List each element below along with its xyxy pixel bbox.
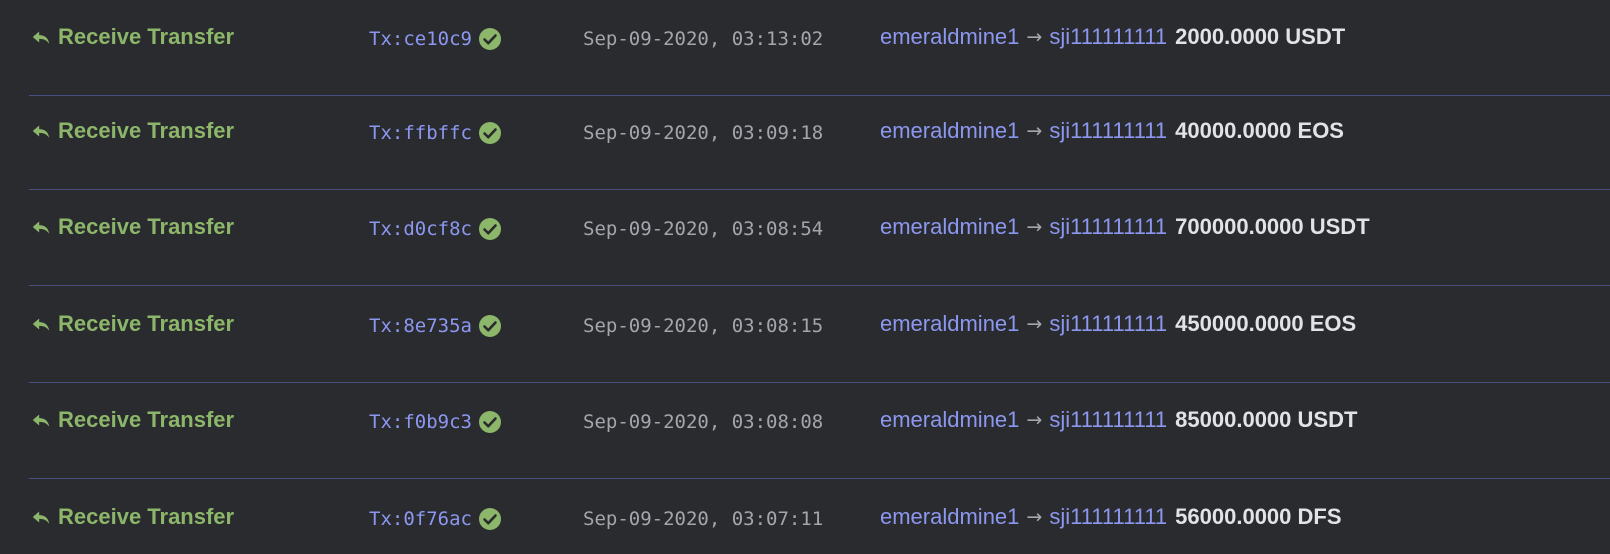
transfer-detail: emeraldmine1 → sji111111111 2000.0000 US… <box>880 22 1345 52</box>
reply-arrow-icon <box>32 414 50 427</box>
from-account-link[interactable]: emeraldmine1 <box>880 24 1019 50</box>
timestamp: Sep-09-2020, 03:09:18 <box>583 122 824 144</box>
right-arrow-icon: → <box>1026 26 1043 48</box>
transfer-detail: emeraldmine1 → sji111111111 85000.0000 U… <box>880 405 1357 435</box>
from-account-link[interactable]: emeraldmine1 <box>880 311 1019 337</box>
transfer-detail: emeraldmine1 → sji111111111 56000.0000 D… <box>880 502 1342 532</box>
action-receive-transfer[interactable]: Receive Transfer <box>30 212 234 242</box>
right-arrow-icon: → <box>1026 313 1043 335</box>
reply-arrow-icon <box>32 31 50 44</box>
action-label: Receive Transfer <box>58 24 235 49</box>
check-circle-icon <box>478 122 501 144</box>
transfer-detail: emeraldmine1 → sji111111111 450000.0000 … <box>880 309 1356 339</box>
from-account-link[interactable]: emeraldmine1 <box>880 214 1019 240</box>
to-account-link[interactable]: sji111111111 <box>1049 504 1167 530</box>
transfer-amount: 56000.0000 DFS <box>1175 504 1342 529</box>
action-label: Receive Transfer <box>58 504 235 529</box>
timestamp: Sep-09-2020, 03:08:08 <box>583 411 824 433</box>
check-circle-icon <box>478 315 501 337</box>
to-account-link[interactable]: sji111111111 <box>1049 311 1167 337</box>
right-arrow-icon: → <box>1026 409 1043 431</box>
transaction-row: Receive Transfer Tx:f0b9c3 Sep-09-2020, … <box>0 383 1610 479</box>
transfer-detail: emeraldmine1 → sji111111111 700000.0000 … <box>880 212 1370 242</box>
timestamp: Sep-09-2020, 03:08:54 <box>583 218 824 240</box>
action-label: Receive Transfer <box>58 311 235 336</box>
reply-arrow-icon <box>32 221 50 234</box>
reply-arrow-icon <box>32 125 50 138</box>
txid-link[interactable]: Tx:f0b9c3 <box>369 411 472 433</box>
action-receive-transfer[interactable]: Receive Transfer <box>30 502 234 532</box>
action-receive-transfer[interactable]: Receive Transfer <box>30 116 234 146</box>
action-receive-transfer[interactable]: Receive Transfer <box>30 22 234 52</box>
txid-cell: Tx:ce10c9 <box>369 24 502 54</box>
timestamp: Sep-09-2020, 03:08:15 <box>583 315 824 337</box>
txid-link[interactable]: Tx:ffbffc <box>369 122 472 144</box>
from-account-link[interactable]: emeraldmine1 <box>880 118 1019 144</box>
right-arrow-icon: → <box>1026 120 1043 142</box>
right-arrow-icon: → <box>1026 216 1043 238</box>
action-receive-transfer[interactable]: Receive Transfer <box>30 309 234 339</box>
txid-cell: Tx:8e735a <box>369 311 502 341</box>
check-circle-icon <box>478 28 501 50</box>
from-account-link[interactable]: emeraldmine1 <box>880 407 1019 433</box>
txid-link[interactable]: Tx:ce10c9 <box>369 28 472 50</box>
check-circle-icon <box>478 411 501 433</box>
action-label: Receive Transfer <box>58 118 235 143</box>
transaction-row: Receive Transfer Tx:8e735a Sep-09-2020, … <box>0 287 1610 383</box>
txid-link[interactable]: Tx:0f76ac <box>369 508 472 530</box>
timestamp: Sep-09-2020, 03:07:11 <box>583 508 824 530</box>
transaction-row: Receive Transfer Tx:d0cf8c Sep-09-2020, … <box>0 190 1610 286</box>
txid-link[interactable]: Tx:8e735a <box>369 315 472 337</box>
to-account-link[interactable]: sji111111111 <box>1049 214 1167 240</box>
row-divider <box>29 478 1610 479</box>
timestamp: Sep-09-2020, 03:13:02 <box>583 28 824 50</box>
reply-arrow-icon <box>32 511 50 524</box>
row-divider <box>29 285 1610 286</box>
check-circle-icon <box>478 508 501 530</box>
transfer-amount: 700000.0000 USDT <box>1175 214 1370 239</box>
transaction-row: Receive Transfer Tx:ffbffc Sep-09-2020, … <box>0 94 1610 190</box>
to-account-link[interactable]: sji111111111 <box>1049 407 1167 433</box>
reply-arrow-icon <box>32 318 50 331</box>
txid-cell: Tx:0f76ac <box>369 504 502 534</box>
transfer-amount: 40000.0000 EOS <box>1175 118 1344 143</box>
transfer-amount: 85000.0000 USDT <box>1175 407 1358 432</box>
transaction-row: Receive Transfer Tx:ce10c9 Sep-09-2020, … <box>0 0 1610 96</box>
transfer-amount: 2000.0000 USDT <box>1175 24 1346 49</box>
action-label: Receive Transfer <box>58 214 235 239</box>
transaction-row: Receive Transfer Tx:0f76ac Sep-09-2020, … <box>0 480 1610 554</box>
txid-cell: Tx:ffbffc <box>369 118 502 148</box>
txid-cell: Tx:d0cf8c <box>369 214 502 244</box>
to-account-link[interactable]: sji111111111 <box>1049 118 1167 144</box>
to-account-link[interactable]: sji111111111 <box>1049 24 1167 50</box>
txid-link[interactable]: Tx:d0cf8c <box>369 218 472 240</box>
txid-cell: Tx:f0b9c3 <box>369 407 502 437</box>
transaction-list: Receive Transfer Tx:ce10c9 Sep-09-2020, … <box>0 0 1610 554</box>
check-circle-icon <box>478 218 501 240</box>
from-account-link[interactable]: emeraldmine1 <box>880 504 1019 530</box>
right-arrow-icon: → <box>1026 506 1043 528</box>
transfer-detail: emeraldmine1 → sji111111111 40000.0000 E… <box>880 116 1344 146</box>
transfer-amount: 450000.0000 EOS <box>1175 311 1357 336</box>
action-receive-transfer[interactable]: Receive Transfer <box>30 405 234 435</box>
action-label: Receive Transfer <box>58 407 235 432</box>
